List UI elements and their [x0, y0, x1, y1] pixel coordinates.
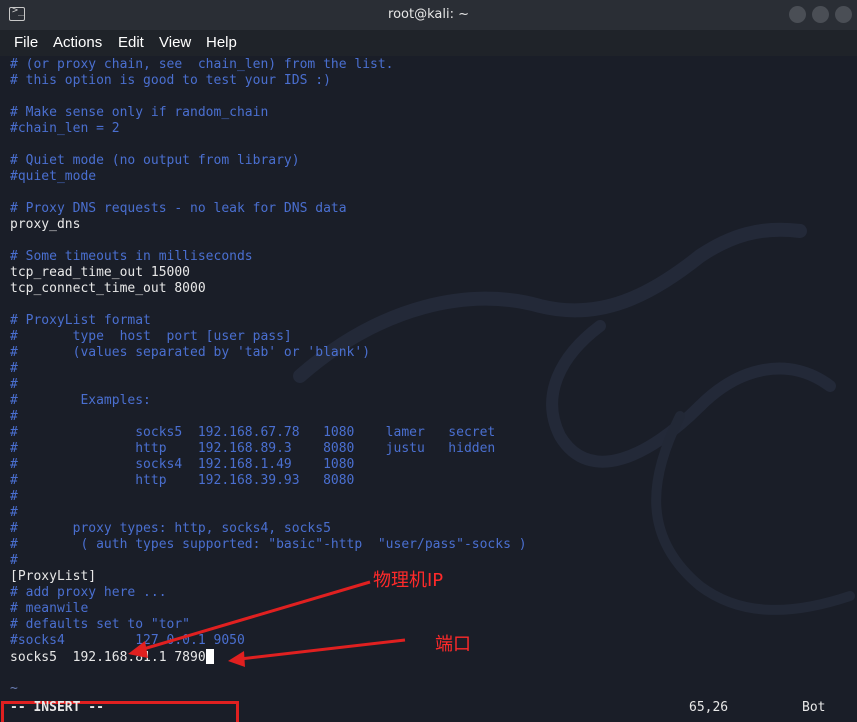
port-annotation: 端口	[435, 634, 471, 655]
arrow-head-icon	[228, 651, 245, 667]
arrow-head-icon	[128, 641, 148, 658]
annotation-arrows	[128, 580, 406, 667]
ip-annotation: 物理机IP	[373, 570, 444, 591]
